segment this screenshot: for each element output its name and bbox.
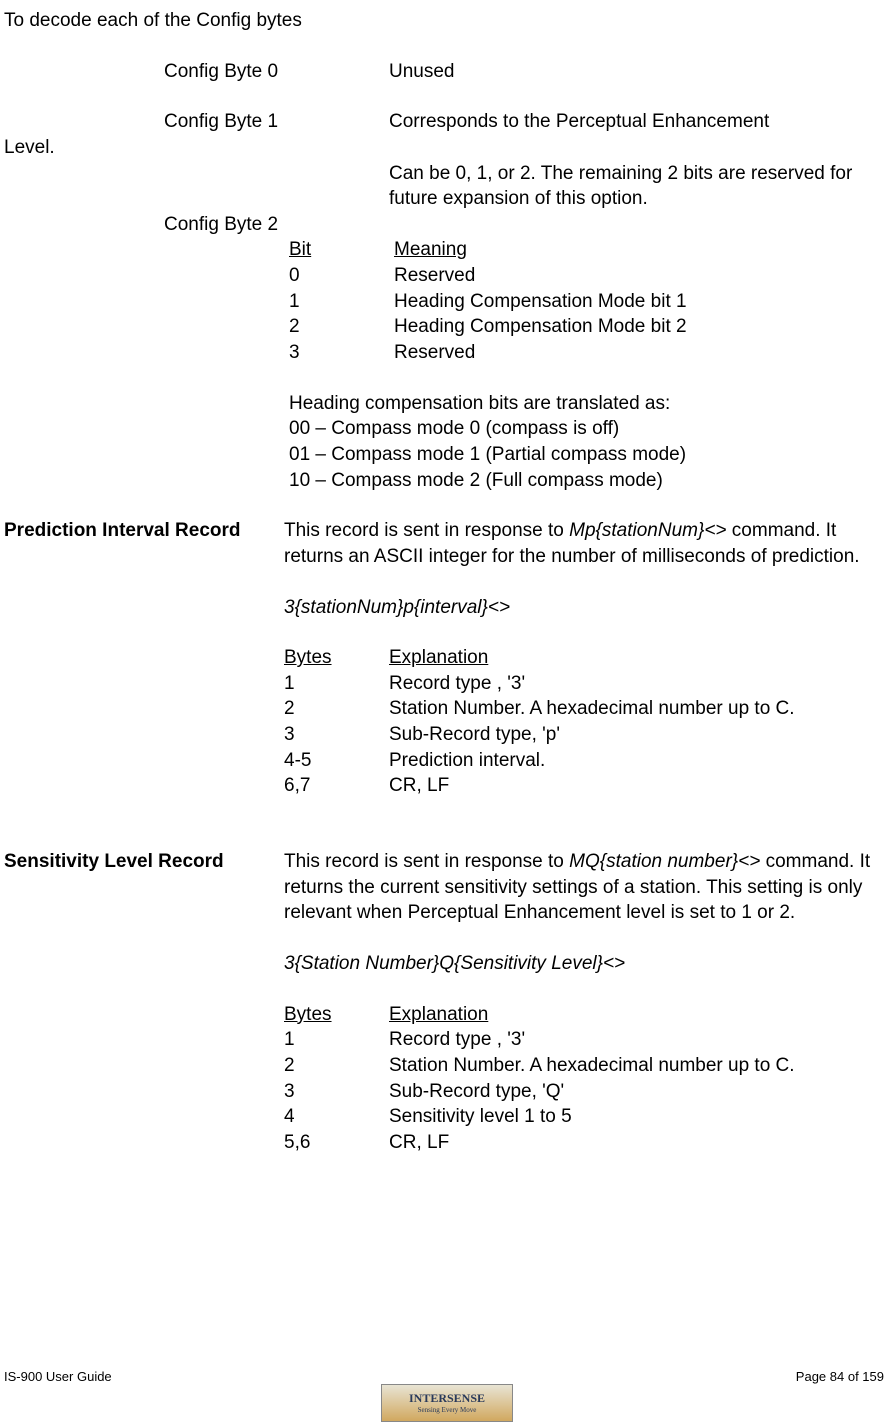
pir-header: Bytes Explanation bbox=[284, 645, 884, 671]
cb0-desc: Unused bbox=[389, 59, 884, 85]
cb2-row-2: 2 Heading Compensation Mode bit 2 bbox=[289, 314, 884, 340]
cb2-mode-2: 10 – Compass mode 2 (Full compass mode) bbox=[289, 468, 884, 494]
slr-row-4: 5,6CR, LF bbox=[284, 1130, 884, 1156]
cb2-mode-0: 00 – Compass mode 0 (compass is off) bbox=[289, 416, 884, 442]
cb2-mode-1: 01 – Compass mode 1 (Partial compass mod… bbox=[289, 442, 884, 468]
slr-desc: This record is sent in response to MQ{st… bbox=[284, 849, 884, 1155]
logo: INTERSENSE Sensing Every Move bbox=[381, 1384, 513, 1422]
cb1-desc2: Can be 0, 1, or 2. The remaining 2 bits … bbox=[389, 161, 884, 212]
cb2-header: Bit Meaning bbox=[289, 237, 884, 263]
cb1-desc1b: Level. bbox=[4, 135, 884, 161]
pir-row-3: 4-5Prediction interval. bbox=[284, 748, 884, 774]
slr-header: Bytes Explanation bbox=[284, 1002, 884, 1028]
prediction-interval-section: Prediction Interval Record This record i… bbox=[4, 518, 884, 799]
config-byte-1-row: Config Byte 1 Corresponds to the Percept… bbox=[4, 109, 884, 135]
cb2-label: Config Byte 2 bbox=[164, 212, 389, 238]
intro-line: To decode each of the Config bytes bbox=[4, 8, 884, 34]
pir-row-2: 3Sub-Record type, 'p' bbox=[284, 722, 884, 748]
slr-title: Sensitivity Level Record bbox=[4, 849, 284, 1155]
cb2-row-1: 1 Heading Compensation Mode bit 1 bbox=[289, 289, 884, 315]
pir-row-1: 2Station Number. A hexadecimal number up… bbox=[284, 696, 884, 722]
pir-row-4: 6,7CR, LF bbox=[284, 773, 884, 799]
slr-row-0: 1Record type , '3' bbox=[284, 1027, 884, 1053]
cb1-desc1: Corresponds to the Perceptual Enhancemen… bbox=[389, 109, 884, 135]
pir-format: 3{stationNum}p{interval}<> bbox=[284, 595, 884, 621]
footer-left: IS-900 User Guide bbox=[4, 1368, 112, 1386]
slr-row-3: 4Sensitivity level 1 to 5 bbox=[284, 1104, 884, 1130]
sensitivity-level-section: Sensitivity Level Record This record is … bbox=[4, 849, 884, 1155]
cb2-row-3: 3 Reserved bbox=[289, 340, 884, 366]
pir-row-0: 1Record type , '3' bbox=[284, 671, 884, 697]
slr-row-1: 2Station Number. A hexadecimal number up… bbox=[284, 1053, 884, 1079]
slr-format: 3{Station Number}Q{Sensitivity Level}<> bbox=[284, 951, 884, 977]
cb2-bit-header: Bit bbox=[289, 237, 394, 263]
config-byte-0-row: Config Byte 0 Unused bbox=[4, 59, 884, 85]
config-byte-2-row: Config Byte 2 bbox=[4, 212, 884, 238]
cb2-meaning-header: Meaning bbox=[394, 237, 884, 263]
slr-row-2: 3Sub-Record type, 'Q' bbox=[284, 1079, 884, 1105]
pir-title: Prediction Interval Record bbox=[4, 518, 284, 799]
cb2-note: Heading compensation bits are translated… bbox=[289, 391, 884, 417]
cb0-label: Config Byte 0 bbox=[164, 59, 389, 85]
cb1-label: Config Byte 1 bbox=[164, 109, 389, 135]
pir-desc: This record is sent in response to Mp{st… bbox=[284, 518, 884, 799]
cb2-row-0: 0 Reserved bbox=[289, 263, 884, 289]
footer-right: Page 84 of 159 bbox=[796, 1368, 884, 1386]
